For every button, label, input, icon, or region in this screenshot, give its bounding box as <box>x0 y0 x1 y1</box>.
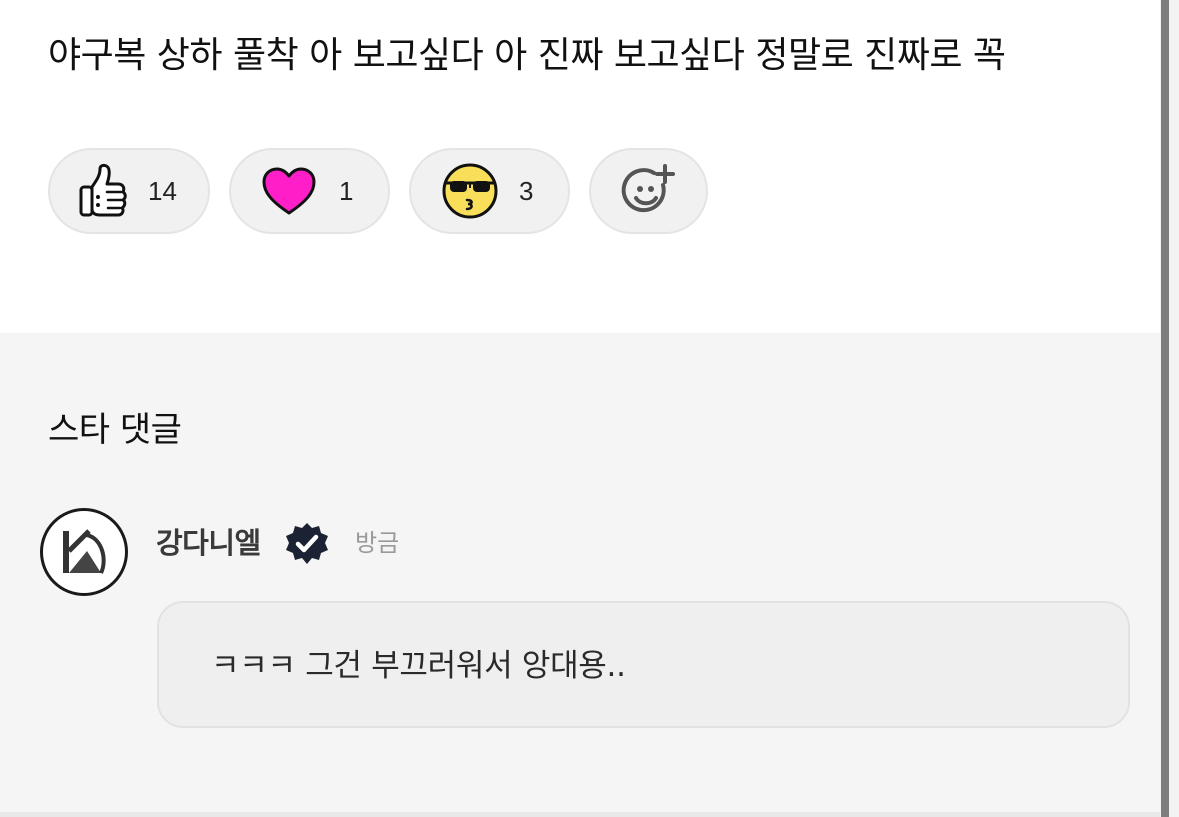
divider <box>0 812 1160 817</box>
add-reaction-icon <box>621 163 677 219</box>
reaction-cool-face-button[interactable]: 3 <box>409 148 570 234</box>
star-comments-title: 스타 댓글 <box>48 410 182 450</box>
reaction-heart-button[interactable]: 1 <box>229 148 390 234</box>
post-card: 야구복 상하 풀착 아 보고싶다 아 진짜 보고싶다 정말로 진짜로 꼭 14 … <box>0 0 1160 333</box>
post-text: 야구복 상하 풀착 아 보고싶다 아 진짜 보고싶다 정말로 진짜로 꼭 <box>48 35 1006 76</box>
reaction-thumbs-up-button[interactable]: 14 <box>48 148 210 234</box>
sunglasses-kiss-face-icon <box>441 162 499 220</box>
comment-text: ㅋㅋㅋ 그건 부끄러워서 앙대용.. <box>211 648 626 684</box>
avatar[interactable] <box>40 508 128 596</box>
scrollbar-thumb[interactable] <box>1161 0 1169 817</box>
comment-bubble: ㅋㅋㅋ 그건 부끄러워서 앙대용.. <box>157 601 1130 728</box>
reaction-count: 3 <box>519 175 534 206</box>
thumbs-up-icon <box>78 163 128 219</box>
comment-author[interactable]: 강다니엘 <box>156 523 261 563</box>
reaction-count: 1 <box>339 175 354 206</box>
verified-badge-icon <box>286 523 328 564</box>
reaction-count: 14 <box>148 175 177 206</box>
heart-icon <box>261 166 317 216</box>
add-reaction-button[interactable] <box>589 148 708 234</box>
comment-time: 방금 <box>355 529 400 557</box>
kd-logo-icon <box>63 529 106 574</box>
